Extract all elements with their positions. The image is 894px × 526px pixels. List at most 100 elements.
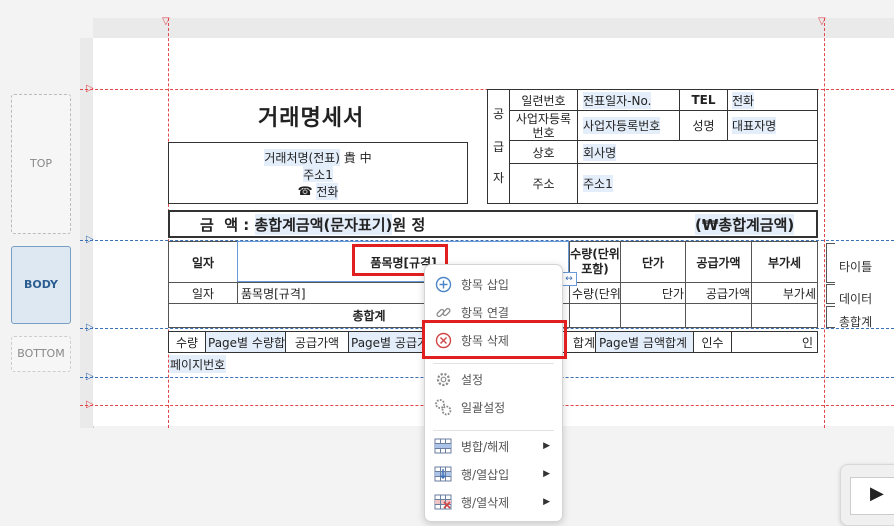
supplier-header-2[interactable]: 급 [488, 137, 509, 155]
menu-item-row-col-delete-label: 행/열삭제 [461, 495, 510, 510]
submenu-arrow-icon: ▶ [543, 469, 550, 479]
band-bottom-tab[interactable]: BOTTOM [11, 336, 71, 372]
footer-page-supply[interactable]: Page별 공급가 [349, 332, 424, 352]
supplier-header-3[interactable]: 자 [488, 168, 509, 186]
end-band-marker-icon[interactable]: ▷ [86, 371, 94, 382]
menu-item-insert[interactable]: 항목 삽입 [425, 271, 562, 297]
serial-value-text: 전표일자-No. [583, 91, 652, 109]
phone-icon: ☎ [297, 184, 313, 198]
customer-box[interactable]: 거래처명(전표) 貴 中 주소1 ☎ 전화 [168, 142, 468, 204]
row-label-title[interactable]: 타이틀 [839, 258, 872, 275]
data-date[interactable]: 일자 [169, 283, 237, 303]
document-title[interactable]: 거래명세서 [258, 100, 364, 132]
footer-receiver-label[interactable]: 인수 [694, 332, 732, 352]
footer-seal[interactable]: 인 [732, 332, 817, 352]
left-margin-marker-icon[interactable]: ▽ [162, 16, 170, 27]
amount-value[interactable]: 총합계금액(문자표기) [254, 213, 393, 235]
owner-label[interactable]: 성명 [680, 111, 727, 140]
address-value-text: 주소1 [583, 175, 613, 192]
header-qty[interactable]: 수량(단위포함) [570, 242, 620, 282]
row-label-data[interactable]: 데이터 [839, 290, 872, 307]
page-number-field[interactable]: 페이지번호 [169, 355, 227, 373]
bizno-label[interactable]: 사업자등록 번호 [510, 111, 577, 140]
header-supply[interactable]: 공급가액 [686, 242, 751, 282]
header-price[interactable]: 단가 [621, 242, 685, 282]
customer-honorific[interactable]: 貴 中 [344, 149, 372, 166]
menu-item-row-col-insert[interactable]: 행/열삽입 ▶ [425, 461, 562, 487]
amount-text: 금 액 : 총합계금액(문자표기) 원 정 [200, 212, 425, 236]
horizontal-ruler[interactable] [93, 18, 894, 39]
footer-supply-label[interactable]: 공급가액 [286, 332, 349, 352]
menu-item-insert-label: 항목 삽입 [461, 277, 509, 292]
bottom-margin-marker-icon[interactable]: ▷ [86, 399, 94, 410]
customer-address[interactable]: 주소1 [303, 166, 333, 182]
address-value[interactable]: 주소1 [578, 164, 817, 203]
context-menu: 항목 삽입 항목 연결 항목 삭제 설정 일괄설정 병합/해제 ▶ 행/열삽입 … [424, 264, 563, 522]
menu-item-link-label: 항목 연결 [461, 305, 509, 320]
company-value[interactable]: 회사명 [578, 141, 817, 163]
data-qty[interactable]: 수량(단위 [570, 283, 620, 303]
band-body-tab[interactable]: BODY [11, 246, 71, 324]
tel-value[interactable]: 전화 [728, 90, 817, 110]
right-margin-guide[interactable] [824, 18, 825, 428]
serial-value[interactable]: 전표일자-No. [578, 90, 679, 110]
footer-qty-label[interactable]: 수량 [169, 332, 206, 352]
tel-value-text: 전화 [732, 91, 755, 109]
customer-phone[interactable]: 전화 [316, 182, 339, 200]
link-icon [434, 303, 452, 321]
bizno-value[interactable]: 사업자등록번호 [578, 111, 679, 140]
band-top-tab[interactable]: TOP [11, 94, 71, 234]
top-band-marker-icon[interactable]: ▷ [86, 83, 94, 94]
data-vat[interactable]: 부가세 [752, 283, 816, 303]
menu-item-settings[interactable]: 설정 [425, 366, 562, 392]
amount-right-text: (₩총합계금액) [695, 213, 795, 235]
company-label[interactable]: 상호 [510, 141, 577, 163]
header-vat[interactable]: 부가세 [752, 242, 817, 282]
tel-label[interactable]: TEL [680, 90, 727, 110]
delete-item-highlight-box [422, 320, 567, 359]
menu-item-merge-label: 병합/해제 [461, 439, 510, 454]
video-thumbnail[interactable]: ▶ [840, 464, 894, 526]
body-band-marker-icon[interactable]: ▷ [86, 234, 94, 245]
customer-phone-line: ☎ 전화 [169, 182, 467, 200]
row-label-total[interactable]: 총합계 [839, 313, 872, 330]
customer-name[interactable]: 거래처명(전표) [264, 148, 340, 166]
menu-item-batch-settings[interactable]: 일괄설정 [425, 394, 562, 420]
menu-item-row-col-insert-label: 행/열삽입 [461, 467, 510, 482]
owner-value-text: 대표자명 [732, 117, 777, 134]
amount-suffix: 원 정 [392, 215, 426, 234]
owner-value[interactable]: 대표자명 [728, 111, 817, 140]
title-row-bracket [826, 243, 835, 283]
merge-grid-icon [434, 437, 452, 455]
delete-grid-icon [434, 493, 452, 511]
menu-item-merge[interactable]: 병합/해제 ▶ [425, 433, 562, 459]
bizno-value-text: 사업자등록번호 [583, 117, 661, 134]
menu-item-batch-settings-label: 일괄설정 [461, 400, 506, 415]
footer-page-qty[interactable]: Page별 수량합 [206, 332, 286, 352]
amount-right[interactable]: (₩총합계금액) [695, 212, 795, 236]
insert-grid-icon [434, 465, 452, 483]
supplier-header-1[interactable]: 공 [488, 104, 509, 122]
submenu-arrow-icon: ▶ [543, 441, 550, 451]
data-row-bracket [826, 284, 835, 304]
gear-icon [434, 370, 452, 388]
amount-row[interactable]: 금 액 : 총합계금액(문자표기) 원 정 (₩총합계금액) [168, 210, 818, 238]
gears-icon [434, 398, 452, 416]
menu-item-row-col-delete[interactable]: 행/열삭제 ▶ [425, 489, 562, 515]
add-circle-icon [434, 275, 452, 293]
right-margin-marker-icon[interactable]: ▽ [818, 16, 826, 27]
data-supply[interactable]: 공급가액 [686, 283, 750, 303]
address-label[interactable]: 주소 [510, 164, 577, 203]
footer-page-sum[interactable]: Page별 금액합계 [596, 332, 694, 352]
menu-item-settings-label: 설정 [461, 372, 484, 387]
data-price[interactable]: 단가 [621, 283, 684, 303]
play-icon[interactable]: ▶ [870, 483, 884, 504]
bottom-band-marker-icon[interactable]: ▷ [86, 322, 94, 333]
resize-handle-icon[interactable]: ↔ [561, 272, 577, 286]
submenu-arrow-icon: ▶ [543, 497, 550, 507]
vertical-ruler[interactable] [80, 38, 94, 428]
header-date[interactable]: 일자 [169, 242, 237, 282]
customer-address-line: 주소1 [169, 166, 467, 182]
total-row-bracket [826, 306, 835, 328]
serial-label[interactable]: 일련번호 [510, 90, 577, 110]
